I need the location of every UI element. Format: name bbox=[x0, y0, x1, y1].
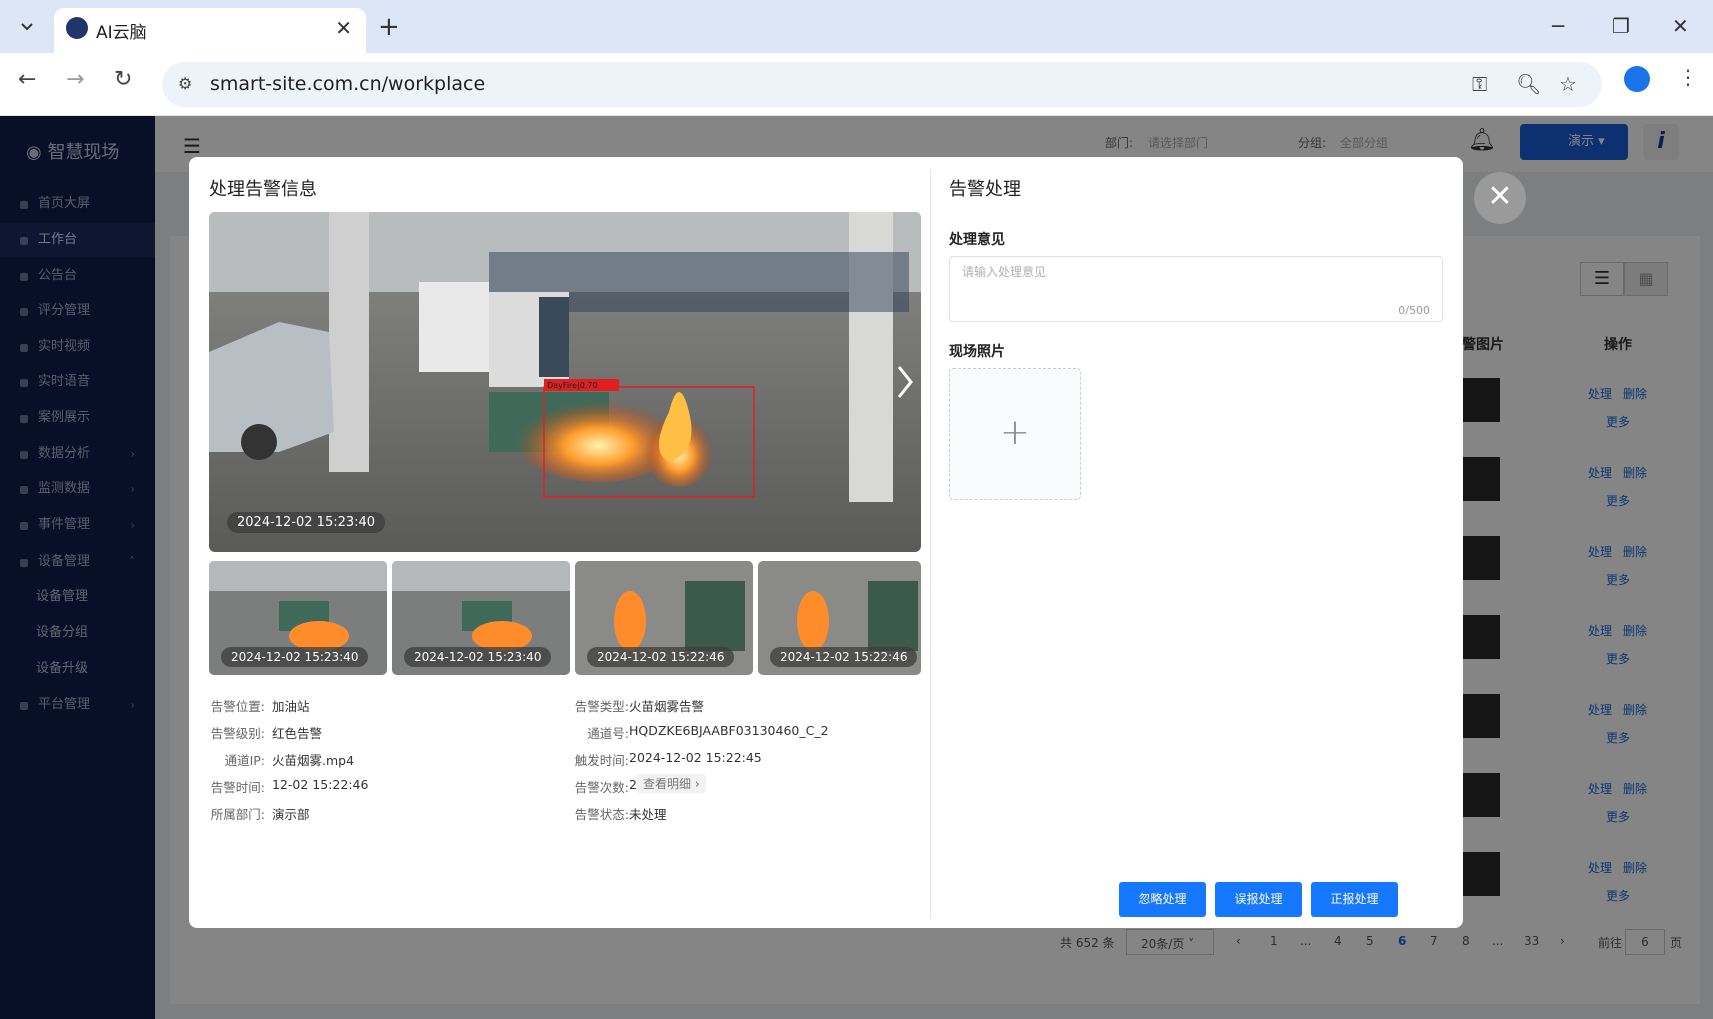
info-label-department: 所属部门: bbox=[210, 807, 265, 822]
view-details-button[interactable]: 查看明细 › bbox=[637, 774, 706, 793]
shield-favicon-icon bbox=[66, 17, 88, 39]
alarm-thumbnail[interactable]: 2024-12-02 15:22:46 bbox=[758, 561, 921, 675]
main-image-timestamp: 2024-12-02 15:23:40 bbox=[227, 512, 386, 533]
photo-upload-plus-icon[interactable]: + bbox=[949, 368, 1081, 500]
star-icon[interactable]: ☆ bbox=[1559, 72, 1577, 96]
close-tab-icon[interactable]: ✕ bbox=[335, 16, 352, 40]
info-label-location: 告警位置: bbox=[210, 699, 265, 714]
browser-tab-bar: AI云脑 ✕ + ─ ❐ ✕ bbox=[0, 0, 1713, 53]
address-bar[interactable]: ⚙ smart-site.com.cn/workplace ⚿ 🔍︎ ☆ bbox=[162, 62, 1602, 107]
info-label-trigger-time: 触发时间: bbox=[574, 753, 629, 768]
info-label-channel-ip: 通道IP: bbox=[224, 753, 265, 768]
alarm-main-image[interactable]: DayFire|0.70 2024-12-02 15:23:40 bbox=[209, 212, 921, 552]
photo-label: 现场照片 bbox=[949, 344, 1005, 360]
info-label-level: 告警级别: bbox=[210, 726, 265, 741]
profile-avatar-icon[interactable] bbox=[1624, 66, 1650, 92]
opinion-label: 处理意见 bbox=[949, 232, 1005, 248]
info-value-location: 加油站 bbox=[272, 699, 310, 714]
close-window-icon[interactable]: ✕ bbox=[1672, 14, 1689, 38]
ignore-button[interactable]: 忽略处理 bbox=[1119, 882, 1206, 917]
chevron-down-icon bbox=[21, 23, 33, 31]
false-alarm-button[interactable]: 误报处理 bbox=[1215, 882, 1302, 917]
alarm-thumbnail[interactable]: 2024-12-02 15:23:40 bbox=[392, 561, 570, 675]
info-value-type: 火苗烟雾告警 bbox=[629, 699, 705, 714]
dialog-divider bbox=[930, 169, 931, 919]
tab-title: AI云脑 bbox=[96, 23, 147, 43]
next-image-arrow-icon[interactable] bbox=[889, 362, 919, 402]
new-tab-button[interactable]: + bbox=[378, 12, 400, 42]
alarm-process-dialog: 处理告警信息 告警处理 DayFire|0.70 2024-12-02 15:2… bbox=[189, 157, 1463, 928]
info-label-type: 告警类型: bbox=[574, 699, 629, 714]
gas-station-fire-scene: DayFire|0.70 bbox=[209, 212, 921, 552]
confirm-alarm-button[interactable]: 正报处理 bbox=[1311, 882, 1398, 917]
close-dialog-icon[interactable]: ✕ bbox=[1474, 172, 1526, 224]
dialog-right-title: 告警处理 bbox=[949, 179, 1021, 200]
opinion-placeholder: 请输入处理意见 bbox=[962, 265, 1047, 279]
info-label-alarm-time: 告警时间: bbox=[210, 780, 265, 795]
thumbnail-timestamp: 2024-12-02 15:22:46 bbox=[770, 647, 918, 667]
info-label-count: 告警次数: bbox=[574, 780, 629, 795]
opinion-textarea[interactable]: 请输入处理意见 0/500 bbox=[949, 256, 1443, 322]
info-value-alarm-time: 12-02 15:22:46 bbox=[272, 777, 369, 792]
info-label-status: 告警状态: bbox=[574, 807, 629, 822]
info-value-trigger-time: 2024-12-02 15:22:45 bbox=[629, 750, 762, 765]
tab-search-button[interactable] bbox=[10, 10, 44, 44]
opinion-char-count: 0/500 bbox=[1398, 304, 1430, 317]
minimize-icon[interactable]: ─ bbox=[1552, 14, 1564, 38]
info-value-channel-ip: 火苗烟雾.mp4 bbox=[272, 753, 355, 768]
zoom-icon[interactable]: 🔍︎ bbox=[1516, 72, 1541, 96]
back-icon[interactable]: ← bbox=[18, 67, 36, 92]
site-info-icon[interactable]: ⚙ bbox=[178, 74, 192, 93]
detection-label: DayFire|0.70 bbox=[547, 381, 598, 390]
info-value-channel-no: HQDZKE6BJAABF03130460_C_2 bbox=[629, 723, 829, 738]
menu-kebab-icon[interactable]: ⋮ bbox=[1678, 65, 1698, 89]
alarm-thumbnail[interactable]: 2024-12-02 15:23:40 bbox=[209, 561, 387, 675]
browser-toolbar: ← → ↻ ⚙ smart-site.com.cn/workplace ⚿ 🔍︎… bbox=[0, 53, 1713, 116]
restore-icon[interactable]: ❐ bbox=[1612, 14, 1630, 38]
browser-tab[interactable]: AI云脑 ✕ bbox=[54, 8, 366, 53]
url-text: smart-site.com.cn/workplace bbox=[210, 73, 486, 95]
info-value-count: 2 bbox=[629, 777, 637, 792]
view-details-label: 查看明细 bbox=[643, 777, 692, 791]
thumbnail-timestamp: 2024-12-02 15:23:40 bbox=[221, 647, 369, 667]
reload-icon[interactable]: ↻ bbox=[114, 67, 132, 92]
thumbnail-timestamp: 2024-12-02 15:22:46 bbox=[587, 647, 735, 667]
info-label-channel-no: 通道号: bbox=[587, 726, 629, 741]
info-value-level: 红色告警 bbox=[272, 726, 323, 741]
info-value-department: 演示部 bbox=[272, 807, 310, 822]
dialog-left-title: 处理告警信息 bbox=[209, 179, 317, 200]
thumbnail-timestamp: 2024-12-02 15:23:40 bbox=[404, 647, 552, 667]
info-value-status: 未处理 bbox=[629, 807, 667, 822]
forward-icon[interactable]: → bbox=[66, 67, 84, 92]
alarm-thumbnail[interactable]: 2024-12-02 15:22:46 bbox=[575, 561, 753, 675]
key-icon[interactable]: ⚿ bbox=[1472, 72, 1487, 96]
